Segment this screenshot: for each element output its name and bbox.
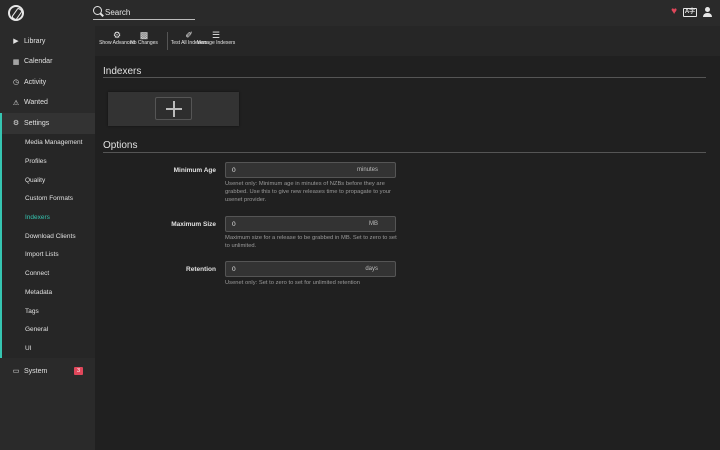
sidebar-subitem-metadata[interactable]: Metadata <box>2 283 95 302</box>
app-root: ♥ A字 ▶ Library ▦ Calendar ◷ Activity ⚠ W… <box>0 0 720 450</box>
save-button[interactable]: ▩ No Changes <box>124 29 164 47</box>
user-icon[interactable] <box>703 7 712 17</box>
add-indexer-button[interactable] <box>155 97 192 120</box>
heart-icon[interactable]: ♥ <box>671 7 677 17</box>
top-bar: ♥ A字 <box>0 0 720 26</box>
manage-indexers-button[interactable]: ☰ Manage Indexers <box>196 29 236 47</box>
sidebar-subitem-profiles[interactable]: Profiles <box>2 152 95 171</box>
options-section-title: Options <box>103 140 138 151</box>
sidebar-item-activity[interactable]: ◷ Activity <box>0 72 95 93</box>
search-icon <box>93 6 102 15</box>
save-label: No Changes <box>130 40 158 46</box>
field-help-text: Usenet only: Minimum age in minutes of N… <box>225 181 391 203</box>
sidebar-item-label: Wanted <box>24 99 48 107</box>
sidebar-subitem-quality[interactable]: Quality <box>2 171 95 190</box>
sidebar-item-settings[interactable]: ⚙ Settings <box>0 113 95 134</box>
sidebar-subitem-media-management[interactable]: Media Management <box>2 134 95 153</box>
retention-input[interactable] <box>232 264 342 274</box>
sidebar-subitem-general[interactable]: General <box>2 320 95 339</box>
clock-icon: ◷ <box>12 79 20 87</box>
add-indexer-card <box>108 92 239 126</box>
sidebar-item-label: System <box>24 367 48 375</box>
laptop-icon: ▭ <box>12 368 20 375</box>
field-help-text: Maximum size for a release to be grabbed… <box>225 235 397 249</box>
minimum-age-field[interactable]: minutes <box>225 162 396 178</box>
field-unit: days <box>365 265 378 272</box>
field-label: Maximum Size <box>171 221 216 228</box>
sidebar-subitem-download-clients[interactable]: Download Clients <box>2 227 95 246</box>
field-label: Minimum Age <box>173 167 216 174</box>
indexers-section-title: Indexers <box>103 66 142 77</box>
search-bar <box>93 5 195 20</box>
maximum-size-field[interactable]: MB <box>225 216 396 232</box>
toolbar-separator <box>167 32 168 50</box>
system-badge: 3 <box>74 366 83 375</box>
sidebar-item-library[interactable]: ▶ Library <box>0 31 95 52</box>
sidebar-item-label: Settings <box>24 119 50 127</box>
sidebar-subitem-custom-formats[interactable]: Custom Formats <box>2 190 95 209</box>
minimum-age-input[interactable] <box>232 165 342 175</box>
field-unit: minutes <box>356 166 378 173</box>
top-icons: ♥ A字 <box>671 7 712 17</box>
maximum-size-input[interactable] <box>232 219 342 229</box>
field-help-text: Usenet only: Set to zero to set for unli… <box>225 280 361 286</box>
field-label: Retention <box>186 266 216 273</box>
sidebar-item-label: Library <box>24 37 46 45</box>
logo-icon[interactable] <box>8 5 24 21</box>
sidebar-subitem-ui[interactable]: UI <box>2 339 95 358</box>
sidebar-item-label: Calendar <box>24 58 53 66</box>
gear-icon: ⚙ <box>12 120 20 128</box>
section-divider <box>103 152 706 153</box>
sidebar-item-wanted[interactable]: ⚠ Wanted <box>0 93 95 114</box>
field-unit: MB <box>369 220 378 227</box>
sidebar-subitem-tags[interactable]: Tags <box>2 302 95 321</box>
sidebar: ▶ Library ▦ Calendar ◷ Activity ⚠ Wanted… <box>0 26 95 450</box>
plus-icon <box>166 101 182 117</box>
settings-submenu: Media Management Profiles Quality Custom… <box>0 133 95 358</box>
sidebar-subitem-connect[interactable]: Connect <box>2 264 95 283</box>
sidebar-item-label: Activity <box>24 78 47 86</box>
sidebar-subitem-indexers[interactable]: Indexers <box>2 208 95 227</box>
play-icon: ▶ <box>13 38 19 46</box>
retention-field[interactable]: days <box>225 261 396 277</box>
sidebar-item-calendar[interactable]: ▦ Calendar <box>0 52 95 73</box>
sidebar-item-system[interactable]: ▭ System 3 <box>0 361 95 382</box>
search-input[interactable] <box>105 5 195 19</box>
manage-label: Manage Indexers <box>196 40 236 46</box>
section-divider <box>103 77 706 78</box>
calendar-icon: ▦ <box>12 58 20 66</box>
sidebar-subitem-import-lists[interactable]: Import Lists <box>2 246 95 265</box>
page-toolbar: ⚙ Show Advanced ▩ No Changes ✐ Test All … <box>95 26 720 56</box>
main-content: Indexers Options Minimum Age minutes Use… <box>95 56 720 450</box>
language-icon[interactable]: A字 <box>683 7 697 17</box>
warning-icon: ⚠ <box>12 99 20 107</box>
